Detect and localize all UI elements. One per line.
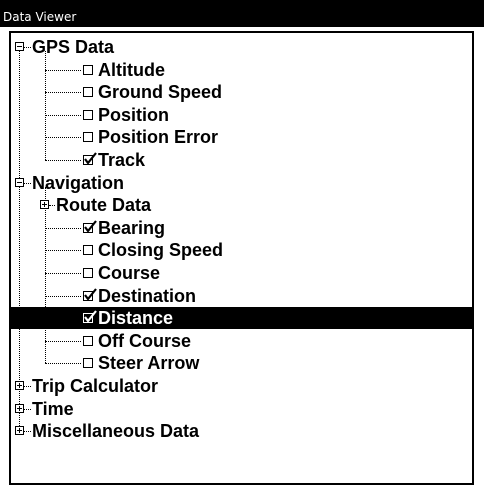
checkbox-unchecked[interactable] xyxy=(83,358,93,368)
tree-label: Navigation xyxy=(32,173,125,193)
tree-connector xyxy=(45,115,81,116)
tree-connector xyxy=(45,92,81,93)
tree-row-bearing[interactable]: Bearing xyxy=(11,217,472,239)
tree-label: Closing Speed xyxy=(98,240,224,260)
tree-label: Distance xyxy=(98,308,174,328)
tree-connector xyxy=(45,160,81,161)
tree-row-navigation[interactable]: Navigation xyxy=(11,172,472,194)
checkbox-checked[interactable] xyxy=(83,288,97,301)
tree-row-altitude[interactable]: Altitude xyxy=(11,59,472,81)
expand-icon[interactable] xyxy=(40,200,49,209)
tree-label: Ground Speed xyxy=(98,82,223,102)
tree-label: Bearing xyxy=(98,218,166,238)
expand-icon[interactable] xyxy=(15,404,24,413)
tree-connector xyxy=(45,250,81,251)
checkbox-unchecked[interactable] xyxy=(83,336,93,346)
expand-icon[interactable] xyxy=(15,426,24,435)
data-tree[interactable]: GPS Data Altitude Ground Speed Position Posi… xyxy=(11,33,472,483)
tree-label: Time xyxy=(32,399,74,419)
expand-icon[interactable] xyxy=(15,381,24,390)
checkmark-icon xyxy=(84,152,97,165)
window-title: Data Viewer xyxy=(3,10,77,24)
tree-label: Miscellaneous Data xyxy=(32,421,200,441)
title-bar: Data Viewer xyxy=(0,0,484,28)
tree-label: Position Error xyxy=(98,127,219,147)
tree-row-course[interactable]: Course xyxy=(11,262,472,284)
tree-row-position-error[interactable]: Position Error xyxy=(11,126,472,148)
tree-label: Steer Arrow xyxy=(98,353,200,373)
tree-label: Destination xyxy=(98,286,197,306)
tree-connector xyxy=(45,137,81,138)
checkmark-icon xyxy=(84,288,97,301)
tree-row-steer-arrow[interactable]: Steer Arrow xyxy=(11,352,472,374)
checkmark-icon xyxy=(84,220,97,233)
tree-row-position[interactable]: Position xyxy=(11,104,472,126)
tree-label: Route Data xyxy=(56,195,152,215)
tree-row-distance[interactable]: Distance xyxy=(11,307,472,329)
tree-label: GPS Data xyxy=(32,37,115,57)
tree-row-gps[interactable]: GPS Data xyxy=(11,36,472,58)
collapse-icon[interactable] xyxy=(15,42,24,51)
tree-row-closing-speed[interactable]: Closing Speed xyxy=(11,239,472,261)
tree-connector xyxy=(24,47,31,48)
tree-connector xyxy=(45,273,81,274)
tree-connector xyxy=(45,296,81,297)
checkbox-checked[interactable] xyxy=(83,220,97,233)
tree-row-destination[interactable]: Destination xyxy=(11,285,472,307)
tree-connector xyxy=(45,341,81,342)
tree-row-trip-calculator[interactable]: Trip Calculator xyxy=(11,375,472,397)
tree-connector xyxy=(45,228,81,229)
checkbox-unchecked[interactable] xyxy=(83,268,93,278)
data-viewer-window: Data Viewer GPS Data Altitude Ground Speed… xyxy=(0,0,484,487)
tree-panel: GPS Data Altitude Ground Speed Position Posi… xyxy=(9,31,474,485)
checkbox-unchecked[interactable] xyxy=(83,65,93,75)
tree-connector xyxy=(24,183,31,184)
checkbox-unchecked[interactable] xyxy=(83,110,93,120)
tree-label: Track xyxy=(98,150,146,170)
checkbox-unchecked[interactable] xyxy=(83,245,93,255)
tree-row-misc[interactable]: Miscellaneous Data xyxy=(11,420,472,442)
title-divider xyxy=(0,27,484,28)
collapse-icon[interactable] xyxy=(15,178,24,187)
tree-connector xyxy=(45,318,81,319)
tree-connector xyxy=(24,409,31,410)
tree-connector xyxy=(24,431,31,432)
checkbox-unchecked[interactable] xyxy=(83,132,93,142)
tree-row-off-course[interactable]: Off Course xyxy=(11,330,472,352)
tree-row-track[interactable]: Track xyxy=(11,149,472,171)
tree-connector xyxy=(45,70,81,71)
tree-connector xyxy=(49,205,55,206)
checkbox-checked[interactable] xyxy=(83,152,97,165)
tree-row-ground-speed[interactable]: Ground Speed xyxy=(11,81,472,103)
tree-row-route-data[interactable]: Route Data xyxy=(11,194,472,216)
tree-label: Off Course xyxy=(98,331,192,351)
checkbox-checked[interactable] xyxy=(83,310,97,323)
tree-label: Altitude xyxy=(98,60,165,80)
tree-connector xyxy=(24,386,31,387)
checkbox-unchecked[interactable] xyxy=(83,87,93,97)
tree-row-time[interactable]: Time xyxy=(11,398,472,420)
tree-label: Trip Calculator xyxy=(32,376,159,396)
tree-label: Course xyxy=(98,263,161,283)
tree-label: Position xyxy=(98,105,169,125)
tree-connector xyxy=(45,363,81,364)
checkmark-icon xyxy=(84,310,97,323)
